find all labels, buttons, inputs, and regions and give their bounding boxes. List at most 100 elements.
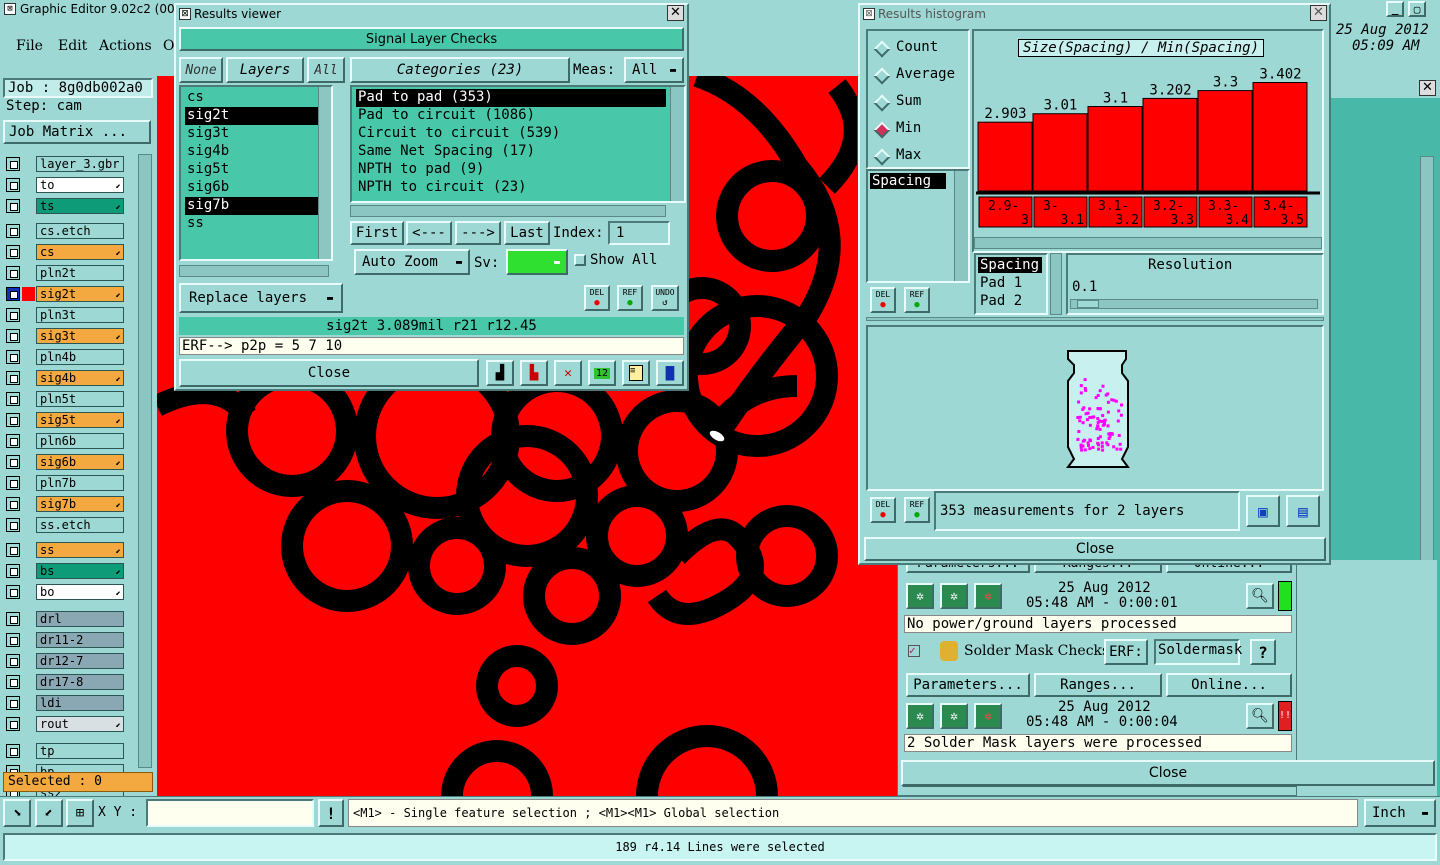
layer-row[interactable]: dr17-8 xyxy=(6,674,124,690)
category-item[interactable]: Same Net Spacing (17) xyxy=(356,143,666,161)
zoom-button-2[interactable]: 🔍︎ xyxy=(1246,703,1274,729)
hist-ref-button-1[interactable]: REF ● xyxy=(904,287,930,313)
show-all-checkbox[interactable] xyxy=(574,254,586,266)
panel-close-icon[interactable]: ✕ xyxy=(1419,80,1436,96)
first-button[interactable]: First xyxy=(350,221,404,245)
layer-checkbox[interactable] xyxy=(6,633,20,647)
window-menu-icon[interactable]: ⊠ xyxy=(4,3,16,15)
layer-row[interactable]: rout ⬋ xyxy=(6,716,124,732)
marker-tool-button[interactable]: ▟ xyxy=(486,360,514,386)
viewer-layer-hscroll[interactable] xyxy=(179,265,329,277)
layer-row[interactable]: dr12-7 xyxy=(6,653,124,669)
layer-name[interactable]: pln5t xyxy=(36,391,124,407)
layer-checkbox[interactable] xyxy=(6,413,20,427)
layer-row[interactable]: sig7b ⬋ xyxy=(6,496,124,512)
layer-checkbox[interactable] xyxy=(6,585,20,599)
auto-zoom-button[interactable]: Auto Zoom ▬ xyxy=(354,249,470,275)
layer-checkbox[interactable] xyxy=(6,287,20,301)
viewer-layer-item[interactable]: ss xyxy=(185,215,325,233)
layer-name[interactable]: ldi xyxy=(36,695,124,711)
layer-checkbox[interactable] xyxy=(6,224,20,238)
layer-name[interactable]: sig6b ⬋ xyxy=(36,454,124,470)
histogram-splitter[interactable] xyxy=(866,317,1324,321)
option-radio-count[interactable] xyxy=(873,40,891,58)
maximize-button[interactable]: ▢ xyxy=(1408,1,1426,17)
histogram-close-button[interactable]: Close xyxy=(864,537,1326,561)
viewer-layer-item[interactable]: sig7b xyxy=(185,197,325,215)
index-input[interactable]: 1 xyxy=(608,221,670,245)
layer-name[interactable]: sig5t ⬋ xyxy=(36,412,124,428)
layer-name[interactable]: tp xyxy=(36,743,124,759)
layer-name[interactable]: rout ⬋ xyxy=(36,716,124,732)
layer-checkbox[interactable] xyxy=(6,564,20,578)
help-button[interactable]: ? xyxy=(1250,639,1276,665)
meas-select[interactable]: All ▬ xyxy=(624,57,684,83)
layer-checkbox[interactable] xyxy=(6,371,20,385)
ranges-button-2[interactable]: Ranges... xyxy=(1034,673,1162,697)
category-hscroll[interactable] xyxy=(350,205,666,217)
layer-row[interactable]: drl xyxy=(6,611,124,627)
layer-checkbox[interactable] xyxy=(6,675,20,689)
layer-row[interactable]: sig4b ⬋ xyxy=(6,370,124,386)
chart-hscroll[interactable] xyxy=(974,237,1322,249)
layer-name[interactable]: bs ⬋ xyxy=(36,563,124,579)
results-viewer-close-icon[interactable]: ✕ xyxy=(667,5,684,21)
layer-checkbox[interactable] xyxy=(6,350,20,364)
layer-name[interactable]: layer_3.gbr xyxy=(36,156,124,172)
undo-button[interactable]: UNDO ↺ xyxy=(651,285,679,311)
layer-row[interactable]: dr11-2 xyxy=(6,632,124,648)
histogram-bar[interactable] xyxy=(1087,106,1143,192)
xy-input[interactable] xyxy=(146,799,314,827)
tool-button-2[interactable]: ⬋ xyxy=(35,799,63,827)
layer-row[interactable]: sig6b ⬋ xyxy=(6,454,124,470)
layer-name[interactable]: sig7b ⬋ xyxy=(36,496,124,512)
category-item[interactable]: Pad to pad (353) xyxy=(356,89,666,107)
category-item[interactable]: NPTH to pad (9) xyxy=(356,161,666,179)
hist-ref-button-2[interactable]: REF ● xyxy=(904,497,930,523)
minimize-button[interactable]: ▁ xyxy=(1386,1,1404,17)
layer-checkbox[interactable] xyxy=(6,497,20,511)
layer-name[interactable]: cs ⬋ xyxy=(36,244,124,260)
measure-pad2[interactable]: Pad 2 xyxy=(980,293,1022,309)
layer-checkbox[interactable] xyxy=(6,654,20,668)
layer-checkbox[interactable] xyxy=(6,245,20,259)
histogram-bar[interactable] xyxy=(1252,82,1308,192)
viewer-layer-item[interactable]: sig6b xyxy=(185,179,325,197)
tool-button-3[interactable]: ⊞ xyxy=(66,799,94,827)
spacing-item[interactable]: Spacing xyxy=(870,173,946,189)
viewer-layer-item[interactable]: sig5t xyxy=(185,161,325,179)
layer-row[interactable]: ss ⬋ xyxy=(6,542,124,558)
layer-name[interactable]: pln6b xyxy=(36,433,124,449)
layer-checkbox[interactable] xyxy=(6,266,20,280)
option-radio-min[interactable] xyxy=(873,121,891,139)
report-button[interactable]: ≡ xyxy=(622,360,650,386)
units-select[interactable]: Inch ▬ xyxy=(1364,799,1436,827)
layer-checkbox[interactable] xyxy=(6,157,20,171)
layer-row[interactable]: pln6b xyxy=(6,433,124,449)
layer-row[interactable]: cs ⬋ xyxy=(6,244,124,260)
layer-name[interactable]: ss ⬋ xyxy=(36,542,124,558)
layer-checkbox[interactable] xyxy=(6,518,20,532)
hist-del-button-1[interactable]: DEL ● xyxy=(870,287,896,313)
checklist-close-wide[interactable]: Close xyxy=(901,760,1435,786)
category-item[interactable]: Pad to circuit (1086) xyxy=(356,107,666,125)
layer-row[interactable]: tp xyxy=(6,743,124,759)
layer-checkbox[interactable] xyxy=(6,543,20,557)
menu-edit[interactable]: Edit xyxy=(58,38,87,54)
measure-pad1[interactable]: Pad 1 xyxy=(980,275,1022,291)
menu-options[interactable]: O xyxy=(163,38,174,54)
layer-row[interactable]: pln4b xyxy=(6,349,124,365)
count-button[interactable]: 12 xyxy=(588,360,616,386)
layer-checkbox[interactable] xyxy=(6,199,20,213)
layer-checkbox[interactable] xyxy=(6,612,20,626)
histogram-bar[interactable] xyxy=(1032,113,1088,192)
layer-checkbox[interactable] xyxy=(6,744,20,758)
histogram-bar[interactable] xyxy=(977,121,1033,192)
layers-button[interactable]: Layers xyxy=(226,57,304,83)
erf-button[interactable]: ERF: xyxy=(1104,639,1148,665)
layer-name[interactable]: to ⬋ xyxy=(36,177,124,193)
viewer-layer-item[interactable]: sig3t xyxy=(185,125,325,143)
layer-checkbox[interactable] xyxy=(6,178,20,192)
layer-checkbox[interactable] xyxy=(6,329,20,343)
layer-name[interactable]: pln2t xyxy=(36,265,124,281)
